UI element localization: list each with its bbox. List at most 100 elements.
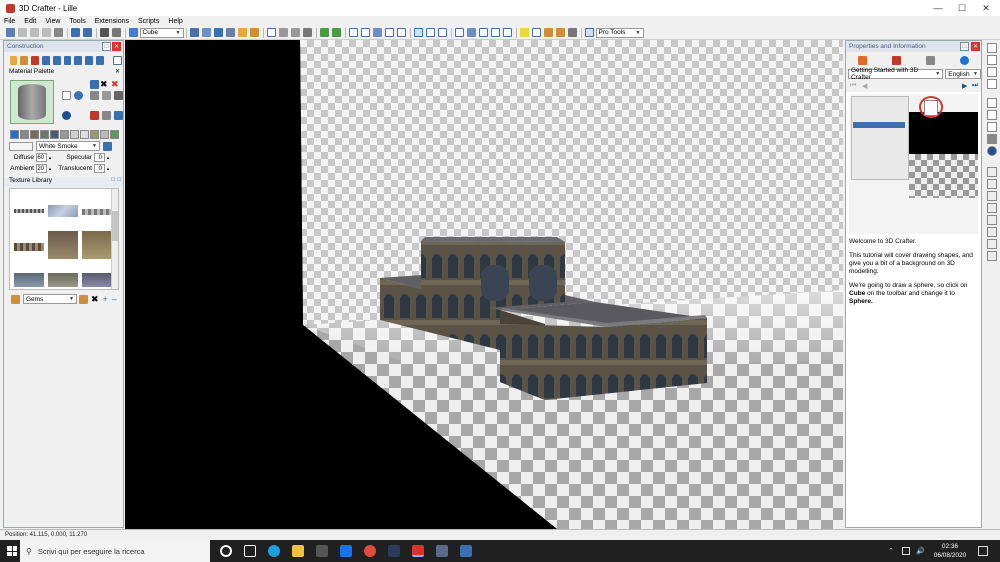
first-page-icon[interactable]: ⏮ — [850, 82, 856, 90]
export-icon[interactable] — [556, 28, 565, 37]
steam-icon[interactable] — [388, 545, 400, 557]
copy-icon[interactable] — [30, 28, 39, 37]
taskbar-clock[interactable]: 02:36 06/08/2020 — [930, 542, 970, 560]
file-explorer-icon[interactable] — [292, 545, 304, 557]
menu-tools[interactable]: Tools — [65, 18, 90, 25]
texture-category-select[interactable]: Gems ▼ — [23, 294, 77, 304]
windows-start-icon[interactable] — [7, 546, 17, 556]
tool-g-icon[interactable] — [986, 239, 997, 249]
tool-h-icon[interactable] — [986, 251, 997, 261]
tool-b-icon[interactable] — [986, 179, 997, 189]
properties-tab-icon[interactable] — [892, 55, 902, 65]
tray-volume-icon[interactable]: 🔊 — [916, 547, 925, 555]
tool-e-icon[interactable] — [986, 215, 997, 225]
pen-icon[interactable] — [214, 28, 223, 37]
wireframe-icon[interactable] — [414, 28, 423, 37]
objects-tree-icon[interactable] — [858, 55, 868, 65]
layout-single-icon[interactable] — [986, 43, 997, 53]
info-icon[interactable] — [959, 55, 969, 65]
swatch-white[interactable] — [79, 129, 89, 139]
texture-thumb-8[interactable] — [48, 273, 78, 287]
menu-extensions[interactable]: Extensions — [91, 18, 134, 25]
tray-network-icon[interactable] — [902, 547, 910, 555]
minimize-button[interactable]: — — [926, 0, 950, 16]
materials-tab-icon[interactable] — [9, 55, 18, 65]
cut-icon[interactable] — [18, 28, 27, 37]
taskbar-search[interactable]: ⚲ Scrivi qui per eseguire la ricerca — [20, 540, 210, 562]
view-top-icon[interactable] — [385, 28, 394, 37]
vertical-move-icon[interactable] — [332, 28, 341, 37]
solid-sphere-icon[interactable] — [61, 111, 71, 120]
prev-page-icon[interactable]: ◀ — [862, 82, 867, 90]
texture-import-icon[interactable] — [78, 294, 88, 304]
view-side-icon[interactable] — [361, 28, 370, 37]
texture-library-float-icon[interactable]: □ — [111, 177, 115, 183]
tutorial-select[interactable]: Getting Started with 3D Crafter ▼ — [848, 67, 944, 81]
rotate-view-icon[interactable] — [303, 28, 312, 37]
print-material-icon[interactable] — [113, 91, 123, 100]
zoom-icon[interactable] — [291, 28, 300, 37]
translucent-input[interactable]: 0 — [93, 164, 105, 173]
properties-close-icon[interactable]: ✕ — [971, 42, 980, 51]
redo-icon[interactable] — [83, 28, 92, 37]
tray-chevron-icon[interactable]: ⌃ — [888, 547, 894, 555]
3d-crafter-taskbar-icon[interactable] — [412, 545, 424, 557]
camera-icon[interactable] — [491, 28, 500, 37]
menu-scripts[interactable]: Scripts — [134, 18, 164, 25]
light-icon[interactable] — [238, 28, 247, 37]
3d-viewport[interactable] — [125, 40, 843, 529]
lathe-icon[interactable] — [226, 28, 235, 37]
zoom-fit-icon[interactable] — [267, 28, 276, 37]
tool-d-icon[interactable] — [986, 203, 997, 213]
swatch-gray[interactable] — [19, 129, 29, 139]
task-view-icon[interactable] — [244, 545, 256, 557]
swatch-moss[interactable] — [39, 129, 49, 139]
move-icon[interactable] — [320, 28, 329, 37]
material-color-box[interactable] — [9, 141, 33, 151]
texture-scroll-thumb[interactable] — [112, 211, 118, 241]
copy-material-icon[interactable] — [89, 91, 99, 100]
layers-tab-icon[interactable] — [96, 55, 104, 65]
animation-icon[interactable] — [532, 28, 541, 37]
camera-view-icon[interactable] — [986, 134, 997, 144]
sphere-tab-icon[interactable] — [52, 55, 61, 65]
view-camera-icon[interactable] — [397, 28, 406, 37]
paste-icon[interactable] — [42, 28, 51, 37]
texture-thumb-1[interactable] — [14, 209, 44, 213]
shape-icon[interactable] — [129, 28, 138, 37]
snap-icon[interactable] — [467, 28, 476, 37]
pro-tools-select[interactable]: Pro Tools ▼ — [595, 27, 644, 38]
last-page-icon[interactable]: ⏭ — [972, 82, 978, 90]
panel-right-icon[interactable] — [986, 110, 997, 120]
panel-left-icon[interactable] — [986, 98, 997, 108]
paste-material-icon[interactable] — [101, 91, 111, 100]
material-preview[interactable] — [10, 80, 54, 124]
lightbulb-icon[interactable] — [520, 28, 529, 37]
texture-delete-icon[interactable]: ✖ — [91, 294, 99, 305]
swatch-sand[interactable] — [89, 129, 99, 139]
texture-thumb-6[interactable] — [82, 231, 112, 259]
swatch-light[interactable] — [99, 129, 109, 139]
panel-float-icon[interactable]: □ — [102, 42, 111, 51]
texture-add-icon[interactable]: + — [103, 294, 108, 304]
view-orbit-icon[interactable] — [373, 28, 382, 37]
texture-thumb-2[interactable] — [48, 205, 78, 217]
store-icon[interactable] — [316, 545, 328, 557]
edge-icon[interactable] — [268, 545, 280, 557]
render-icon[interactable] — [479, 28, 488, 37]
menu-file[interactable]: File — [0, 18, 20, 25]
tool-c-icon[interactable] — [986, 191, 997, 201]
select-pointer-icon[interactable] — [100, 28, 109, 37]
layout-grid-icon[interactable] — [986, 79, 997, 89]
settings-icon[interactable] — [568, 28, 577, 37]
shapes-tab-icon[interactable] — [41, 55, 50, 65]
globe-icon[interactable] — [986, 146, 997, 156]
material-apply-icon[interactable] — [113, 111, 123, 120]
sphere-preview-icon[interactable] — [73, 91, 83, 100]
panel-close-icon[interactable]: ✕ — [112, 42, 121, 51]
diffuse-input[interactable]: 60 — [36, 153, 47, 162]
close-button[interactable]: ✕ — [974, 0, 998, 16]
textured-icon[interactable] — [438, 28, 447, 37]
panel-bottom-icon[interactable] — [986, 122, 997, 132]
texture-folder-icon[interactable] — [10, 294, 20, 304]
